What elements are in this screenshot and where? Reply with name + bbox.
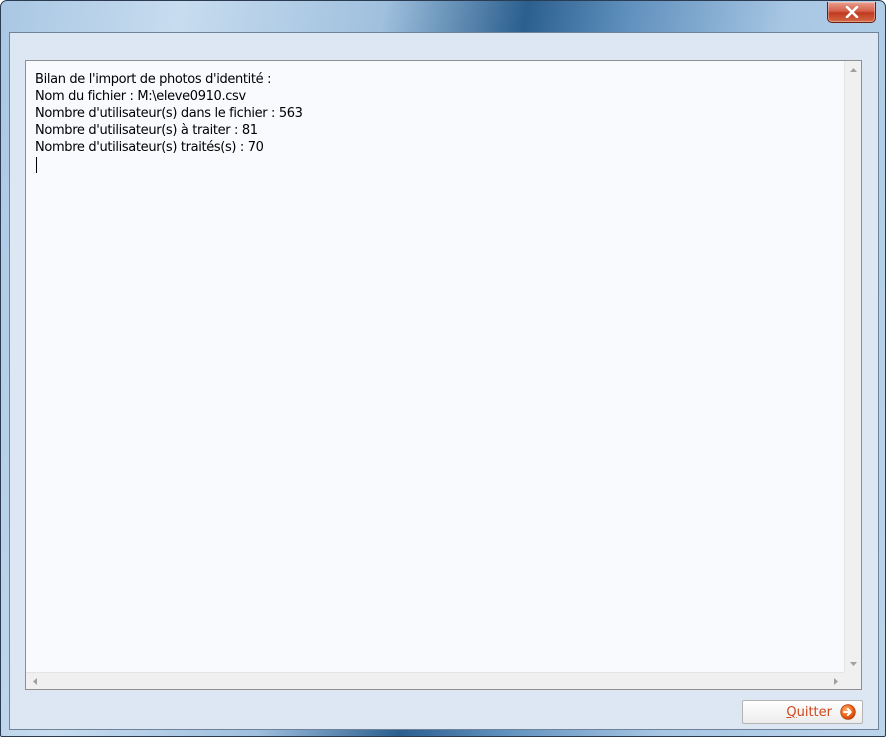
report-line-users-processed: Nombre d'utilisateur(s) traités(s) : 70 <box>35 140 264 155</box>
scroll-left-button[interactable] <box>26 673 43 690</box>
horizontal-scrollbar[interactable] <box>26 672 844 689</box>
dialog-window: Bilan de l'import de photos d'identité :… <box>0 0 886 737</box>
close-button[interactable] <box>827 2 876 23</box>
vertical-scrollbar[interactable] <box>844 61 861 672</box>
text-caret <box>36 157 37 173</box>
report-line-users-to-process: Nombre d'utilisateur(s) à traiter : 81 <box>35 123 258 138</box>
report-line-filename: Nom du fichier : M:\eleve0910.csv <box>35 89 246 104</box>
scroll-up-button[interactable] <box>845 61 862 78</box>
chevron-down-icon <box>850 661 857 666</box>
arrow-right-circle-icon <box>840 704 856 720</box>
chevron-up-icon <box>850 67 857 72</box>
chevron-left-icon <box>32 678 37 685</box>
report-line-users-in-file: Nombre d'utilisateur(s) dans le fichier … <box>35 106 303 121</box>
scroll-down-button[interactable] <box>845 655 862 672</box>
quit-button-label: Quitter <box>786 705 832 720</box>
close-icon <box>845 6 858 18</box>
scroll-right-button[interactable] <box>827 673 844 690</box>
report-line-title: Bilan de l'import de photos d'identité : <box>35 72 272 87</box>
chevron-right-icon <box>833 678 838 685</box>
title-bar[interactable] <box>1 1 885 33</box>
scrollbar-corner <box>844 672 861 689</box>
quit-label-rest: uitter <box>796 704 832 720</box>
quit-mnemonic: Q <box>786 704 797 720</box>
report-textbox[interactable]: Bilan de l'import de photos d'identité :… <box>25 60 862 690</box>
dialog-client-area: Bilan de l'import de photos d'identité :… <box>9 32 879 730</box>
report-text[interactable]: Bilan de l'import de photos d'identité :… <box>26 61 844 672</box>
quit-button[interactable]: Quitter <box>742 700 863 724</box>
